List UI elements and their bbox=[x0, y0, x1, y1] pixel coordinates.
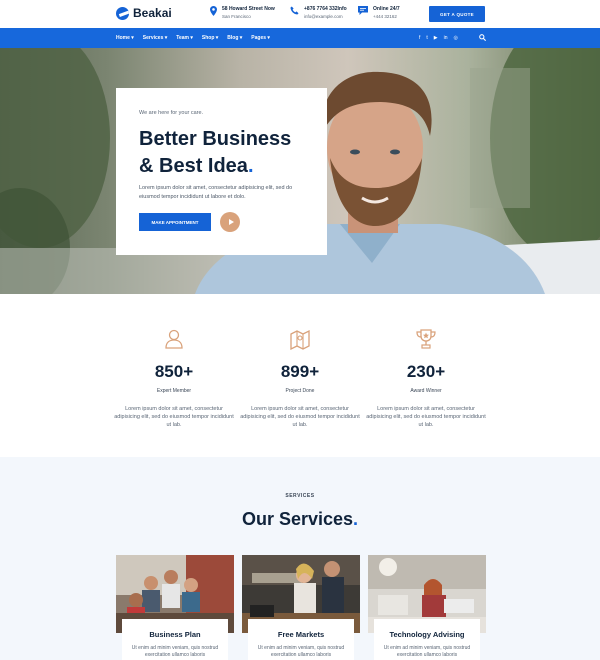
youtube-icon[interactable]: ▶ bbox=[434, 35, 438, 41]
map-icon bbox=[290, 329, 310, 351]
user-icon bbox=[165, 329, 183, 349]
service-info: Technology Advising Ut enim ad minim ven… bbox=[374, 619, 480, 660]
location-pin-icon bbox=[210, 6, 217, 16]
service-description: Ut enim ad minim veniam, quis nostrud ex… bbox=[131, 645, 219, 658]
nav-item-home[interactable]: Home ▾ bbox=[116, 35, 134, 41]
contact-online: Online 24/7 +444 32162 bbox=[358, 6, 400, 21]
nav-item-shop[interactable]: Shop ▾ bbox=[202, 35, 218, 41]
trophy-icon bbox=[416, 329, 436, 349]
service-name: Business Plan bbox=[149, 630, 201, 639]
nav-item-blog[interactable]: Blog ▾ bbox=[227, 35, 242, 41]
address-line1: 58 Howard Street Now bbox=[222, 6, 275, 12]
service-card[interactable]: Technology Advising Ut enim ad minim ven… bbox=[368, 555, 486, 660]
stat-item: 850+ Expert Member Lorem ipsum dolor sit… bbox=[114, 328, 234, 429]
main-nav: Home ▾ Services ▾ Team ▾ Shop ▾ Blog ▾ P… bbox=[0, 28, 600, 48]
stat-description: Lorem ipsum dolor sit amet, consectetur … bbox=[240, 406, 360, 428]
services-title-text: Our Services bbox=[241, 509, 354, 529]
stats-section: 850+ Expert Member Lorem ipsum dolor sit… bbox=[0, 294, 600, 457]
hero-kicker: We are here for your care. bbox=[139, 110, 204, 116]
stat-number: 899+ bbox=[280, 362, 320, 381]
hero-title-dot: . bbox=[247, 155, 254, 177]
hero-section: We are here for your care. Better Busine… bbox=[0, 48, 600, 294]
social-links: f t ▶ in ◎ bbox=[419, 28, 458, 48]
stat-label: Project Done bbox=[285, 388, 315, 394]
service-info: Free Markets Ut enim ad minim veniam, qu… bbox=[248, 619, 354, 660]
stat-number: 850+ bbox=[154, 362, 194, 381]
service-card[interactable]: Free Markets Ut enim ad minim veniam, qu… bbox=[242, 555, 360, 660]
logo-text: Beakai bbox=[133, 6, 172, 20]
nav-menu: Home ▾ Services ▾ Team ▾ Shop ▾ Blog ▾ P… bbox=[116, 28, 270, 48]
stat-item: 230+ Award Winner Lorem ipsum dolor sit … bbox=[366, 328, 486, 429]
play-video-button[interactable] bbox=[220, 212, 240, 232]
service-description: Ut enim ad minim veniam, quis nostrud ex… bbox=[383, 645, 471, 658]
linkedin-icon[interactable]: in bbox=[444, 35, 448, 41]
services-title-dot: . bbox=[353, 509, 359, 529]
hero-card: We are here for your care. Better Busine… bbox=[116, 88, 327, 255]
services-section: SERVICES Our Services. Business Plan Ut … bbox=[0, 457, 600, 660]
service-name: Technology Advising bbox=[389, 630, 465, 639]
hero-title-line1: Better Business bbox=[139, 128, 292, 150]
logo[interactable]: Beakai bbox=[116, 6, 172, 20]
hero-title: Better Business & Best Idea. bbox=[139, 126, 319, 180]
address-line2: San Francisco bbox=[222, 14, 251, 19]
service-card[interactable]: Business Plan Ut enim ad minim veniam, q… bbox=[116, 555, 234, 660]
facebook-icon[interactable]: f bbox=[419, 35, 420, 41]
twitter-icon[interactable]: t bbox=[426, 35, 427, 41]
stat-description: Lorem ipsum dolor sit amet, consectetur … bbox=[366, 406, 486, 428]
online-line2: +444 32162 bbox=[373, 14, 397, 19]
stat-label: Award Winner bbox=[410, 388, 442, 394]
nav-item-services[interactable]: Services ▾ bbox=[143, 35, 167, 41]
contact-address: 58 Howard Street Now San Francisco bbox=[210, 6, 275, 21]
phone-line2[interactable]: info@example.com bbox=[304, 13, 347, 21]
phone-line1: +876 7764 332Info bbox=[304, 6, 347, 12]
phone-icon bbox=[290, 6, 299, 15]
services-title: Our Services. bbox=[0, 509, 600, 530]
contact-phone: +876 7764 332Info info@example.com bbox=[290, 6, 347, 21]
online-line1: Online 24/7 bbox=[373, 6, 400, 12]
get-quote-button[interactable]: GET A QUOTE bbox=[429, 6, 485, 22]
stat-item: 899+ Project Done Lorem ipsum dolor sit … bbox=[240, 328, 360, 429]
stat-description: Lorem ipsum dolor sit amet, consectetur … bbox=[114, 406, 234, 428]
hero-title-line2: & Best Idea bbox=[139, 155, 248, 177]
nav-item-team[interactable]: Team ▾ bbox=[176, 35, 193, 41]
chat-icon bbox=[358, 6, 368, 15]
nav-item-pages[interactable]: Pages ▾ bbox=[251, 35, 270, 41]
instagram-icon[interactable]: ◎ bbox=[454, 35, 458, 41]
stat-label: Expert Member bbox=[156, 388, 192, 394]
services-kicker: SERVICES bbox=[285, 493, 315, 499]
hero-description: Lorem ipsum dolor sit amet, consectetur … bbox=[139, 185, 293, 200]
top-bar: Beakai 58 Howard Street Now San Francisc… bbox=[0, 0, 600, 28]
logo-mark-icon bbox=[116, 6, 129, 20]
service-info: Business Plan Ut enim ad minim veniam, q… bbox=[122, 619, 228, 660]
service-name: Free Markets bbox=[277, 630, 325, 639]
service-description: Ut enim ad minim veniam, quis nostrud ex… bbox=[257, 645, 345, 658]
play-icon bbox=[228, 219, 234, 225]
search-icon[interactable] bbox=[479, 34, 486, 41]
stat-number: 230+ bbox=[406, 362, 446, 381]
make-appointment-button[interactable]: MAKE APPOINTMENT bbox=[139, 213, 211, 231]
